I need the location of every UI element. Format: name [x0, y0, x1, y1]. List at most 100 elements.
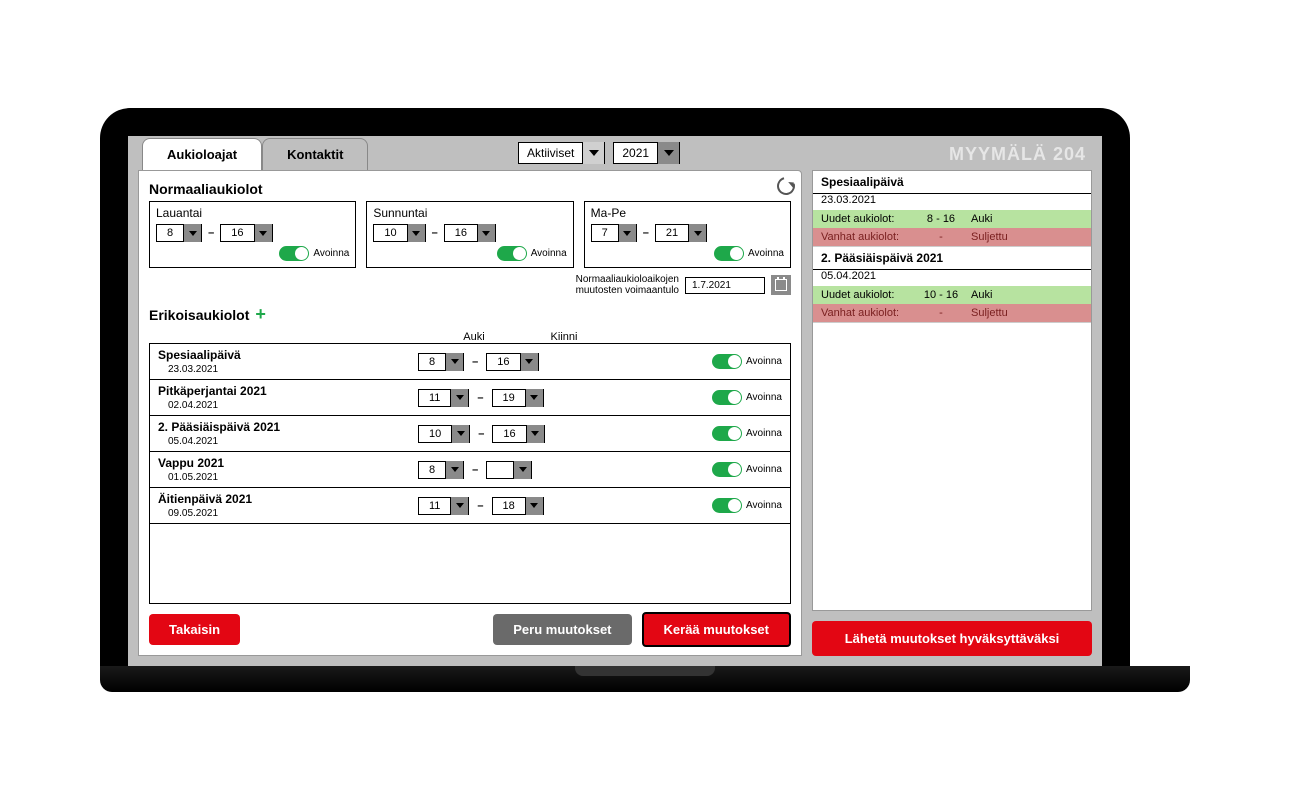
chevron-down-icon [450, 497, 468, 515]
toggle-label: Avoinna [746, 356, 782, 367]
toggle-label: Avoinna [746, 500, 782, 511]
col-close: Kiinni [519, 331, 609, 343]
special-row: Pitkäperjantai 2021 02.04.2021 11 – 19 A… [150, 380, 790, 416]
time-select[interactable]: 21 [655, 224, 707, 242]
laptop-frame: Aukioloajat Kontaktit Aktiiviset 2021 MY… [100, 108, 1130, 666]
changes-panel: Spesiaalipäivä 23.03.2021 Uudet aukiolot… [812, 170, 1092, 611]
filter-value: Aktiiviset [519, 146, 582, 160]
day-box: Lauantai 8 – 16 Avoinna [149, 201, 356, 268]
special-hours-list: Spesiaalipäivä 23.03.2021 8 – 16 Avoinna… [149, 343, 791, 604]
open-toggle[interactable] [279, 246, 309, 261]
special-name: 2. Pääsiäispäivä 2021 [158, 420, 418, 434]
chevron-down-icon [582, 142, 604, 164]
calendar-icon[interactable] [771, 275, 791, 295]
open-toggle[interactable] [712, 354, 742, 369]
special-date: 09.05.2021 [168, 508, 418, 519]
toggle-label: Avoinna [748, 248, 784, 259]
change-title: 2. Pääsiäispäivä 2021 [813, 247, 1091, 270]
special-date: 23.03.2021 [168, 364, 418, 375]
toggle-label: Avoinna [746, 464, 782, 475]
chevron-down-icon [688, 224, 706, 242]
time-select[interactable]: 16 [220, 224, 272, 242]
special-name: Vappu 2021 [158, 456, 418, 470]
app-screen: Aukioloajat Kontaktit Aktiiviset 2021 MY… [128, 136, 1102, 666]
special-date: 01.05.2021 [168, 472, 418, 483]
chevron-down-icon [513, 461, 531, 479]
time-select[interactable]: 11 [418, 497, 469, 515]
collect-button[interactable]: Kerää muutokset [642, 612, 791, 647]
time-select[interactable]: 8 [418, 461, 464, 479]
filter-dropdown[interactable]: Aktiiviset [518, 142, 605, 164]
day-name: Ma-Pe [591, 206, 784, 220]
time-select[interactable]: 16 [492, 425, 544, 443]
open-toggle[interactable] [712, 498, 742, 513]
year-dropdown[interactable]: 2021 [613, 142, 680, 164]
normal-hours-title: Normaaliaukiolot [149, 181, 791, 197]
day-name: Lauantai [156, 206, 349, 220]
special-date: 02.04.2021 [168, 400, 418, 411]
change-block: 2. Pääsiäispäivä 2021 05.04.2021 Uudet a… [813, 247, 1091, 323]
toggle-label: Avoinna [313, 248, 349, 259]
time-select[interactable]: 16 [444, 224, 496, 242]
tabs: Aukioloajat Kontaktit [142, 138, 368, 170]
open-toggle[interactable] [714, 246, 744, 261]
chevron-down-icon [407, 224, 425, 242]
change-block: Spesiaalipäivä 23.03.2021 Uudet aukiolot… [813, 171, 1091, 247]
time-select[interactable]: 18 [492, 497, 544, 515]
new-hours-line: Uudet aukiolot:10 - 16Auki [813, 286, 1091, 304]
toggle-label: Avoinna [746, 392, 782, 403]
year-value: 2021 [614, 146, 657, 160]
change-date: 05.04.2021 [813, 270, 1091, 286]
old-hours-line: Vanhat aukiolot:-Suljettu [813, 228, 1091, 246]
time-select[interactable]: 19 [492, 389, 544, 407]
new-hours-line: Uudet aukiolot:8 - 16Auki [813, 210, 1091, 228]
store-title: MYYMÄLÄ 204 [949, 144, 1086, 165]
main-panel: Normaaliaukiolot Lauantai 8 – 16 Avoinna… [138, 170, 802, 656]
chevron-down-icon [183, 224, 201, 242]
day-box: Sunnuntai 10 – 16 Avoinna [366, 201, 573, 268]
tab-opening-hours[interactable]: Aukioloajat [142, 138, 262, 170]
change-date: 23.03.2021 [813, 194, 1091, 210]
special-row: Spesiaalipäivä 23.03.2021 8 – 16 Avoinna [150, 344, 790, 380]
chevron-down-icon [526, 425, 544, 443]
special-row: Vappu 2021 01.05.2021 8 – Avoinna [150, 452, 790, 488]
chevron-down-icon [525, 497, 543, 515]
effective-date-input[interactable]: 1.7.2021 [685, 277, 765, 294]
chevron-down-icon [450, 389, 468, 407]
time-select[interactable]: 10 [373, 224, 425, 242]
time-select[interactable]: 16 [486, 353, 538, 371]
tab-contacts[interactable]: Kontaktit [262, 138, 368, 170]
open-toggle[interactable] [712, 462, 742, 477]
time-select[interactable]: 7 [591, 224, 637, 242]
time-select[interactable] [486, 461, 532, 479]
chevron-down-icon [445, 461, 463, 479]
chevron-down-icon [618, 224, 636, 242]
chevron-down-icon [254, 224, 272, 242]
open-toggle[interactable] [712, 390, 742, 405]
toggle-label: Avoinna [531, 248, 567, 259]
open-toggle[interactable] [712, 426, 742, 441]
chevron-down-icon [477, 224, 495, 242]
time-select[interactable]: 11 [418, 389, 469, 407]
special-name: Spesiaalipäivä [158, 348, 418, 362]
special-row: Äitienpäivä 2021 09.05.2021 11 – 18 Avoi… [150, 488, 790, 524]
time-select[interactable]: 8 [418, 353, 464, 371]
time-select[interactable]: 10 [418, 425, 470, 443]
special-name: Pitkäperjantai 2021 [158, 384, 418, 398]
add-special-icon[interactable]: + [255, 304, 266, 325]
chevron-down-icon [657, 142, 679, 164]
special-hours-title: Erikoisaukiolot [149, 307, 249, 323]
laptop-base [100, 666, 1190, 692]
back-button[interactable]: Takaisin [149, 614, 240, 645]
day-name: Sunnuntai [373, 206, 566, 220]
change-title: Spesiaalipäivä [813, 171, 1091, 194]
time-select[interactable]: 8 [156, 224, 202, 242]
cancel-button[interactable]: Peru muutokset [493, 614, 631, 645]
special-date: 05.04.2021 [168, 436, 418, 447]
top-bar: Aukioloajat Kontaktit Aktiiviset 2021 MY… [128, 136, 1102, 170]
toggle-label: Avoinna [746, 428, 782, 439]
chevron-down-icon [520, 353, 538, 371]
open-toggle[interactable] [497, 246, 527, 261]
send-button[interactable]: Lähetä muutokset hyväksyttäväksi [812, 621, 1092, 656]
old-hours-line: Vanhat aukiolot:-Suljettu [813, 304, 1091, 322]
